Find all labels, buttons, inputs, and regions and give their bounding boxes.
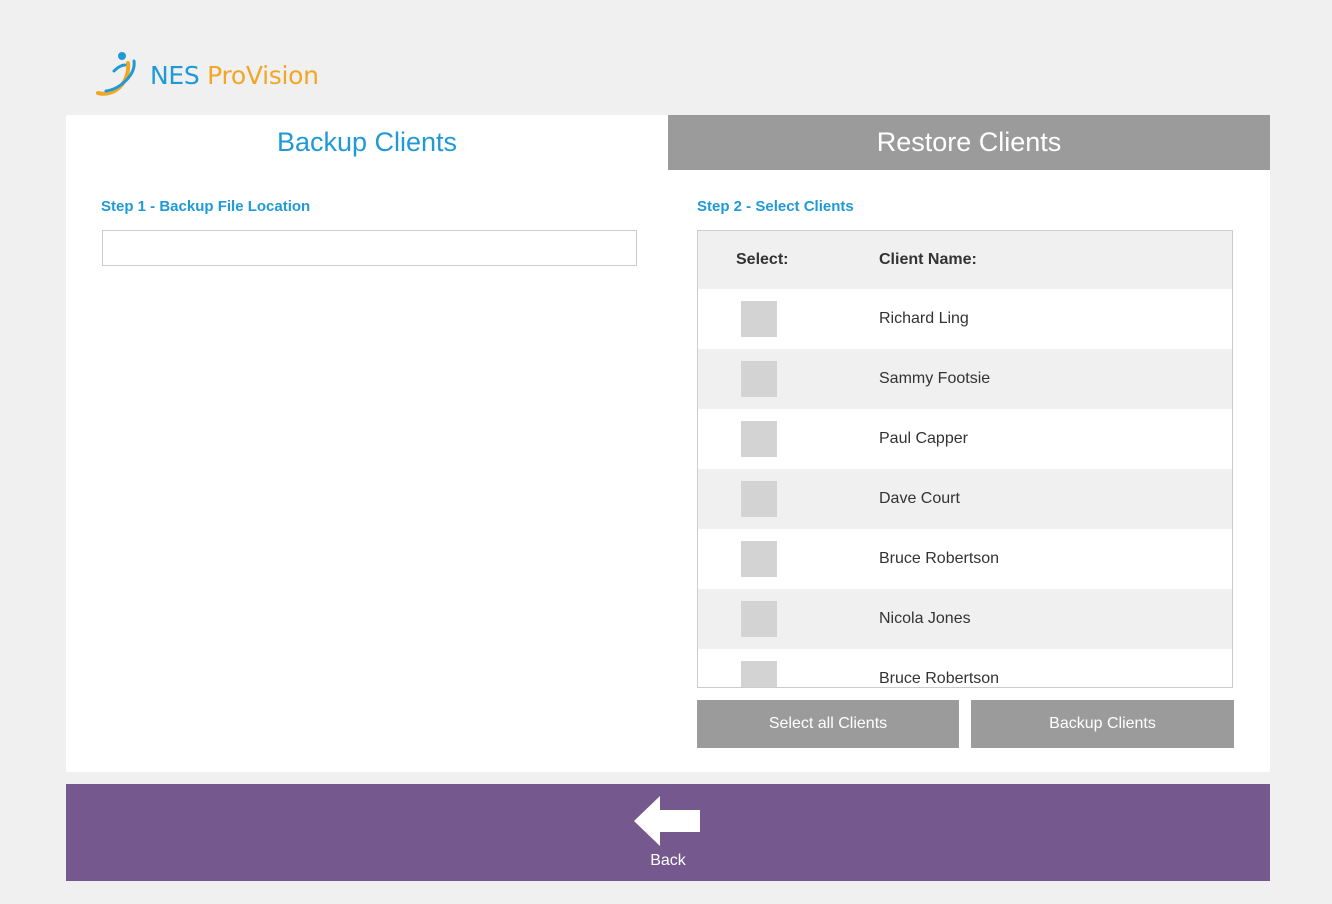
client-name: Richard Ling [879,310,969,327]
table-row: Sammy Footsie [698,349,1232,409]
table-body: Richard Ling Sammy Footsie Paul Capper D… [698,289,1232,687]
client-checkbox[interactable] [741,601,777,637]
backup-file-location-input[interactable] [102,230,637,266]
client-checkbox[interactable] [741,301,777,337]
footer-bar: Back [66,784,1270,881]
brand-name: NES ProVision [150,61,319,90]
table-header: Select: Client Name: [698,231,1232,289]
back-button[interactable]: Back [633,796,703,876]
back-label: Back [650,852,686,869]
client-checkbox[interactable] [741,481,777,517]
client-checkbox[interactable] [741,361,777,397]
select-all-clients-button[interactable]: Select all Clients [697,700,959,748]
client-checkbox[interactable] [741,661,777,687]
main-panel: Backup Clients Restore Clients Step 1 - … [66,115,1270,772]
table-row: Nicola Jones [698,589,1232,649]
step2-label: Step 2 - Select Clients [697,198,854,215]
table-row: Bruce Robertson [698,529,1232,589]
client-name: Nicola Jones [879,610,971,627]
client-checkbox[interactable] [741,541,777,577]
client-name: Bruce Robertson [879,550,1000,567]
client-checkbox[interactable] [741,421,777,457]
backup-clients-button[interactable]: Backup Clients [971,700,1234,748]
header-select: Select: [736,251,789,268]
app-logo: NES ProVision [92,50,319,100]
brand-name-nes: NES [150,60,200,90]
step1-label: Step 1 - Backup File Location [101,198,311,215]
brand-name-provision: ProVision [207,60,319,90]
header-client-name: Client Name: [879,251,977,268]
client-name: Bruce Robertson [879,670,1000,687]
client-name: Dave Court [879,490,960,507]
tab-backup-clients[interactable]: Backup Clients [66,115,668,170]
client-table[interactable]: Select: Client Name: Richard Ling Sammy … [697,230,1233,688]
tab-restore-clients[interactable]: Restore Clients [668,115,1270,170]
client-name: Sammy Footsie [879,370,991,387]
table-row: Bruce Robertson [698,649,1232,687]
nes-swirl-logo-icon [96,52,136,96]
table-row: Paul Capper [698,409,1232,469]
arrow-left-icon [634,796,700,846]
client-name: Paul Capper [879,430,968,447]
table-row: Richard Ling [698,289,1232,349]
table-row: Dave Court [698,469,1232,529]
